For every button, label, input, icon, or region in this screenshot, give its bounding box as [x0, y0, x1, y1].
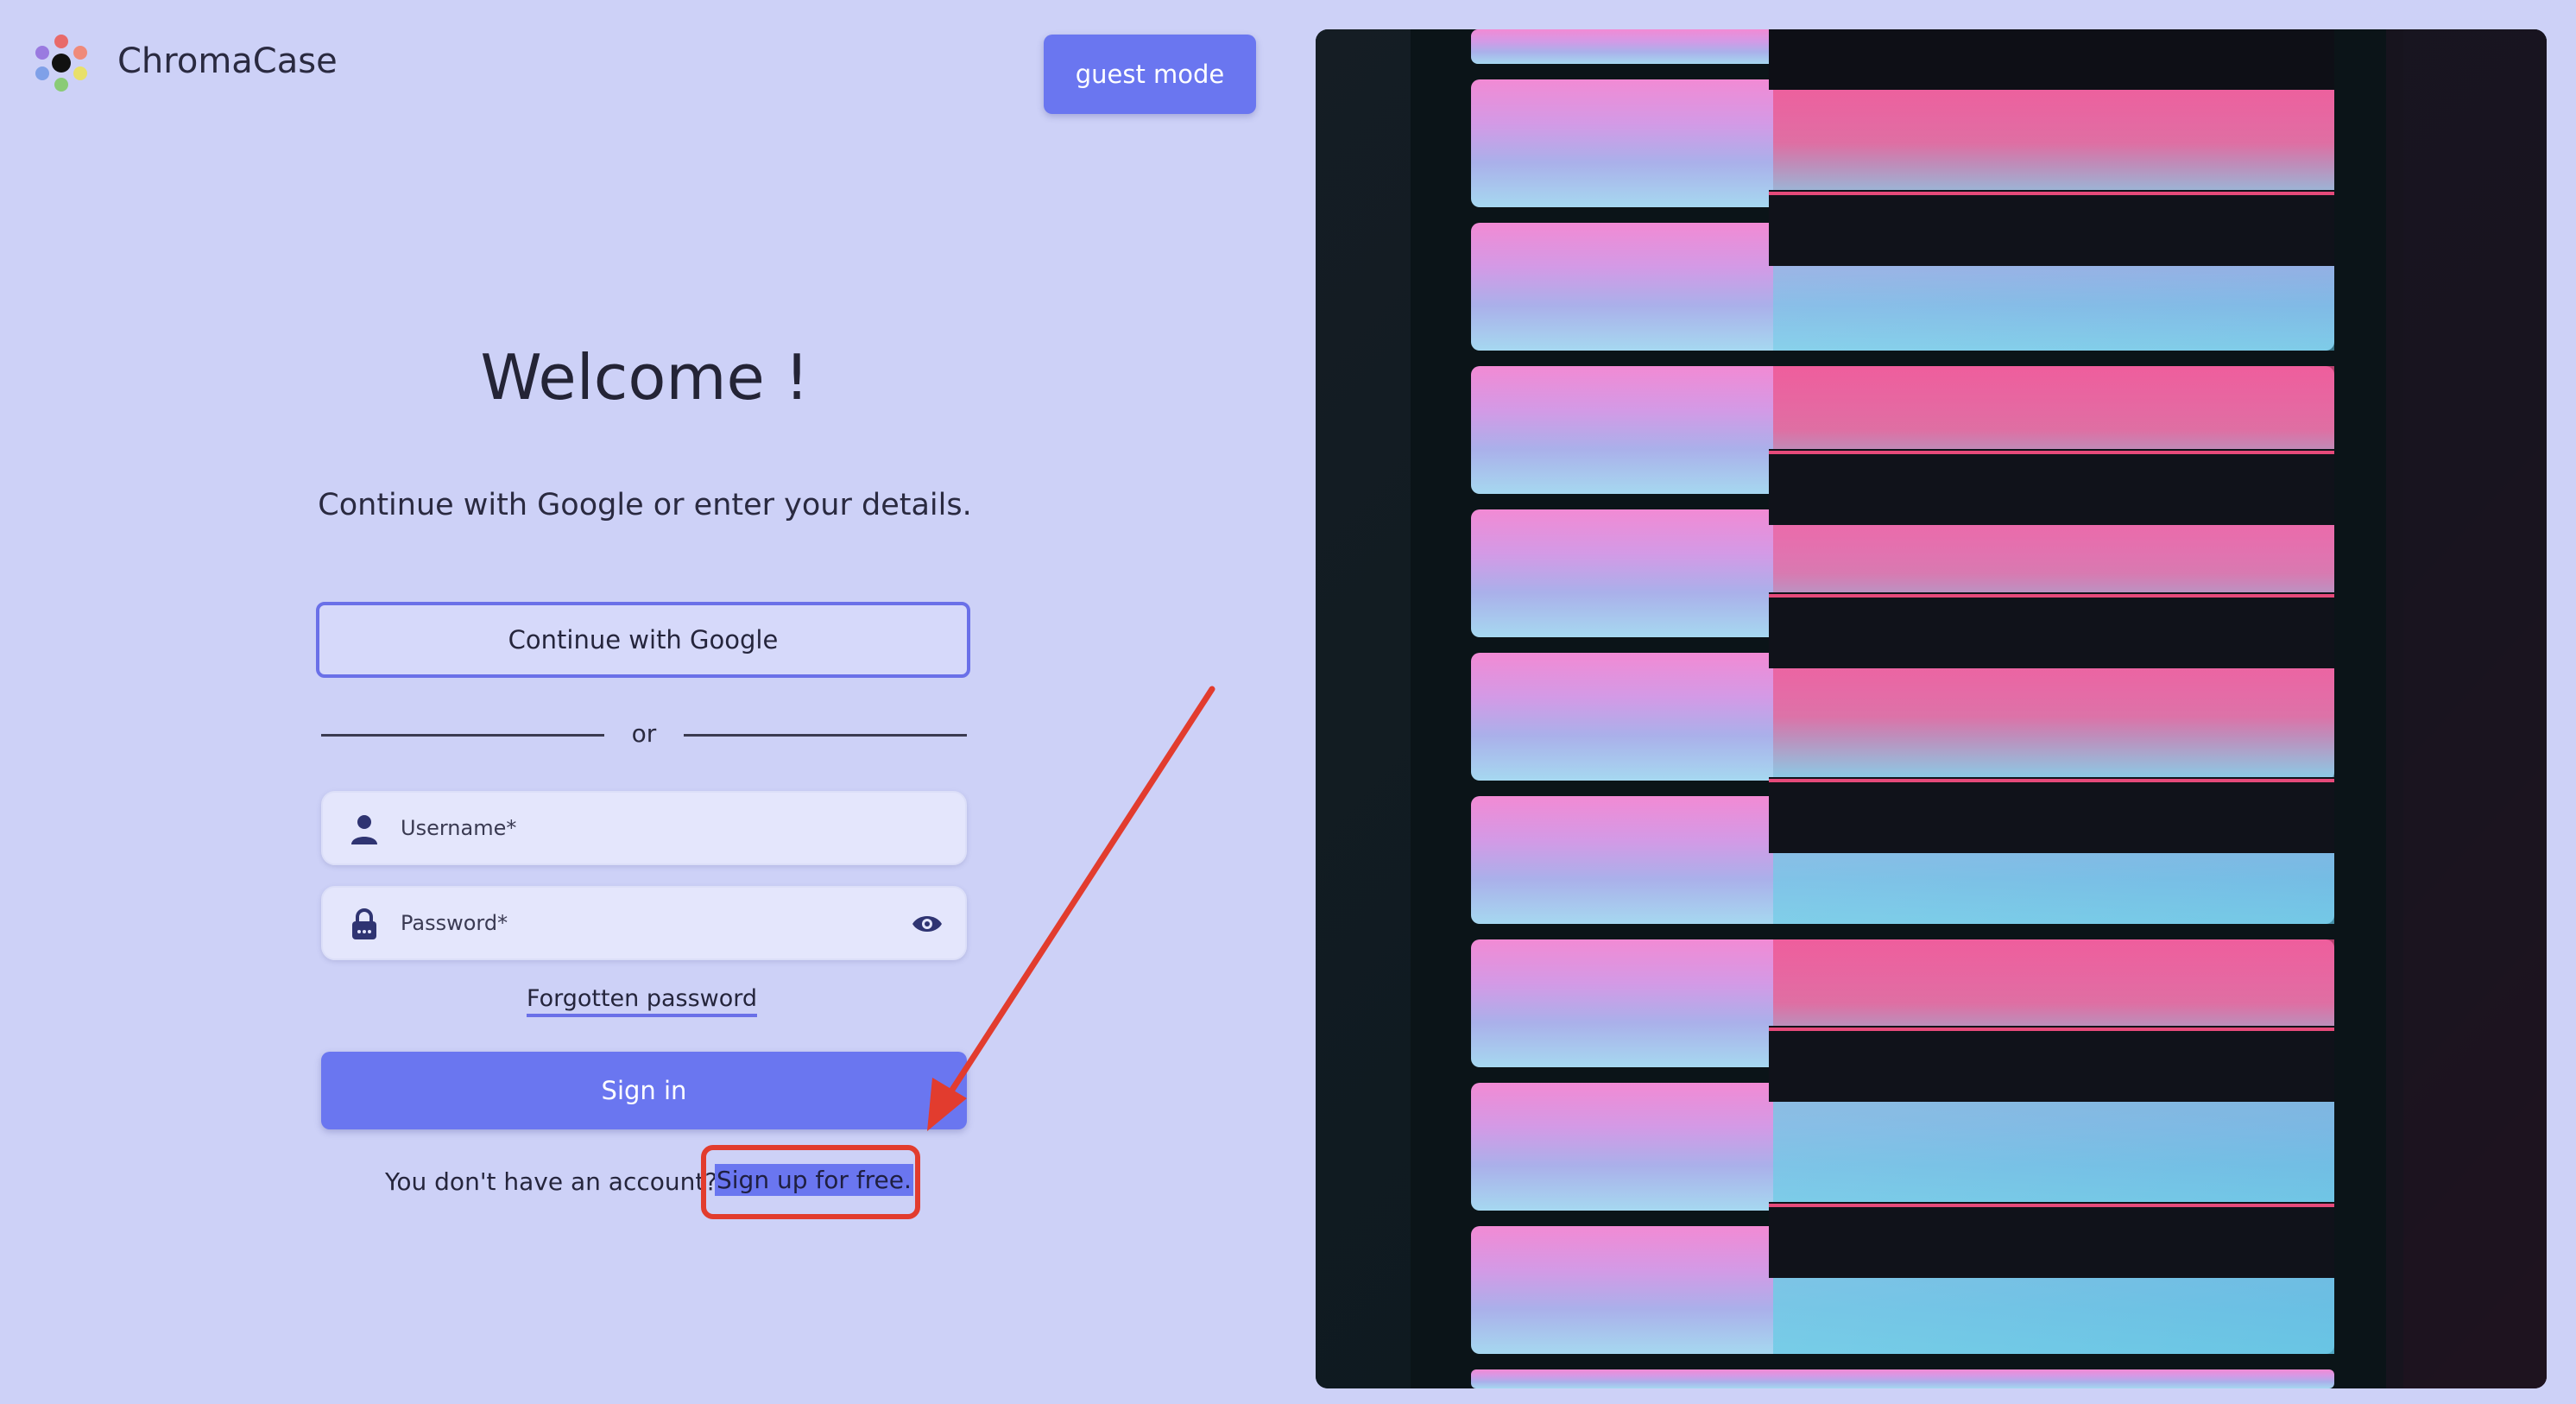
annotation-highlight-box	[701, 1145, 920, 1219]
divider-right	[684, 734, 967, 737]
password-input[interactable]	[401, 888, 884, 958]
page-subtitle: Continue with Google or enter your detai…	[318, 488, 972, 522]
eye-icon[interactable]	[910, 907, 944, 941]
brand-name: ChromaCase	[117, 41, 338, 81]
or-separator: or	[631, 719, 657, 748]
password-field[interactable]	[321, 886, 967, 960]
username-field[interactable]	[321, 791, 967, 865]
no-account-text: You don't have an account?	[385, 1167, 718, 1196]
sign-in-button[interactable]: Sign in	[321, 1052, 967, 1129]
piano-keys-photo	[1316, 29, 2547, 1388]
piano-keys-image	[1316, 29, 2547, 1388]
flower-logo-icon	[35, 35, 87, 92]
guest-mode-button[interactable]: guest mode	[1044, 35, 1256, 114]
username-input[interactable]	[401, 793, 884, 863]
piano-key-group	[1471, 29, 2334, 1388]
forgotten-password-link[interactable]: Forgotten password	[527, 984, 758, 1017]
divider-left	[321, 734, 604, 737]
lock-icon	[352, 908, 376, 939]
user-icon	[351, 815, 377, 844]
continue-with-google-button[interactable]: Continue with Google	[316, 602, 970, 678]
page-title: Welcome !	[480, 341, 810, 414]
